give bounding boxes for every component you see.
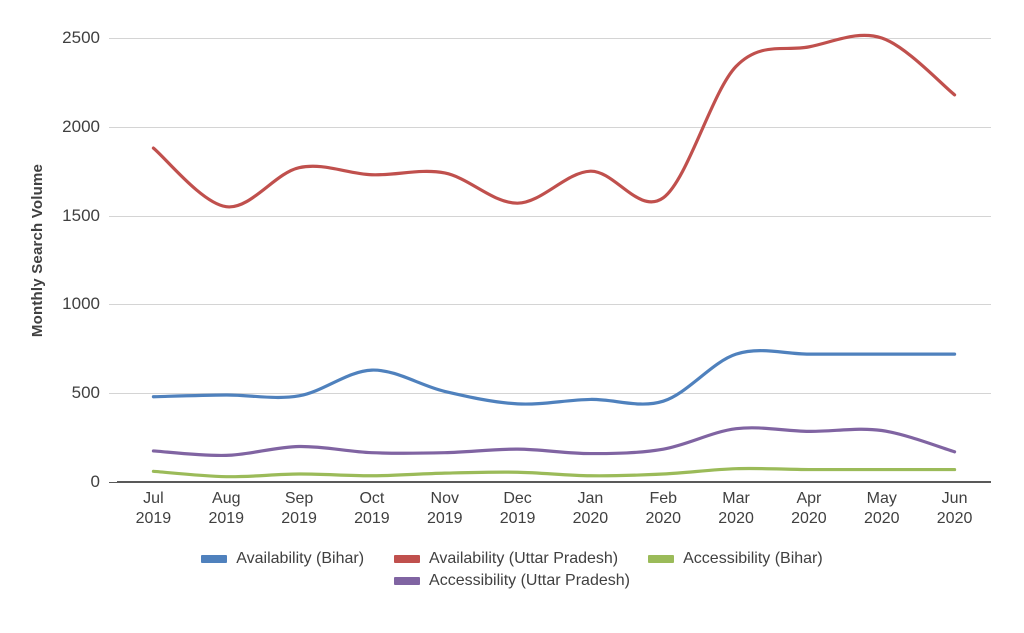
y-axis-tick bbox=[109, 304, 117, 306]
series-line bbox=[151, 426, 957, 458]
series-line bbox=[151, 349, 957, 406]
series-line bbox=[151, 33, 957, 209]
y-axis-tick-label: 1000 bbox=[62, 294, 100, 314]
legend-item[interactable]: Availability (Bihar) bbox=[201, 550, 364, 568]
y-axis-tick bbox=[109, 393, 117, 395]
x-axis-line bbox=[117, 481, 991, 483]
legend-label: Availability (Uttar Pradesh) bbox=[429, 550, 619, 567]
series-lines bbox=[151, 33, 957, 479]
x-axis-tick-labels: Jul 2019 Aug 2019 Sep 2019 Oct 2019 Nov 2019 Dec 20… bbox=[117, 489, 991, 539]
y-axis-tick-labels: 0 500 1000 1500 2000 2500 bbox=[0, 0, 108, 520]
line-chart: Monthly Search Volume 0 500 1000 1500 2000 25… bbox=[0, 0, 1024, 633]
y-axis-tick-label: 1500 bbox=[62, 205, 100, 225]
legend-label: Accessibility (Bihar) bbox=[683, 550, 823, 567]
chart-legend: Availability (Bihar) Availability (Uttar … bbox=[0, 550, 1024, 590]
x-tick-month: Jun bbox=[941, 490, 968, 507]
y-axis-tick bbox=[109, 38, 117, 39]
y-axis-tick-label: 2500 bbox=[62, 28, 100, 47]
y-axis-tick bbox=[109, 215, 117, 217]
legend-row: Accessibility (Uttar Pradesh) bbox=[0, 572, 1024, 590]
legend-swatch-icon bbox=[201, 555, 228, 563]
x-axis-tick-label: Jun 2020 bbox=[910, 489, 1000, 529]
legend-swatch-icon bbox=[648, 555, 675, 563]
legend-label: Availability (Bihar) bbox=[236, 550, 365, 567]
x-tick-year: 2020 bbox=[936, 510, 973, 527]
legend-item[interactable]: Availability (Uttar Pradesh) bbox=[394, 550, 618, 568]
legend-label: Accessibility (Uttar Pradesh) bbox=[429, 572, 630, 589]
y-axis-tick bbox=[109, 482, 117, 483]
y-axis-tick bbox=[109, 126, 117, 128]
legend-item[interactable]: Accessibility (Uttar Pradesh) bbox=[394, 572, 630, 590]
y-axis-tick-label: 2000 bbox=[62, 116, 100, 136]
legend-row: Availability (Bihar) Availability (Uttar … bbox=[0, 550, 1024, 568]
legend-swatch-icon bbox=[394, 555, 421, 563]
legend-swatch-icon bbox=[394, 577, 421, 585]
y-axis-tick-label: 500 bbox=[71, 383, 100, 403]
legend-item[interactable]: Accessibility (Bihar) bbox=[648, 550, 823, 568]
series-line bbox=[151, 466, 957, 479]
plot-area bbox=[109, 33, 991, 483]
y-axis-tick-label: 0 bbox=[90, 472, 100, 491]
